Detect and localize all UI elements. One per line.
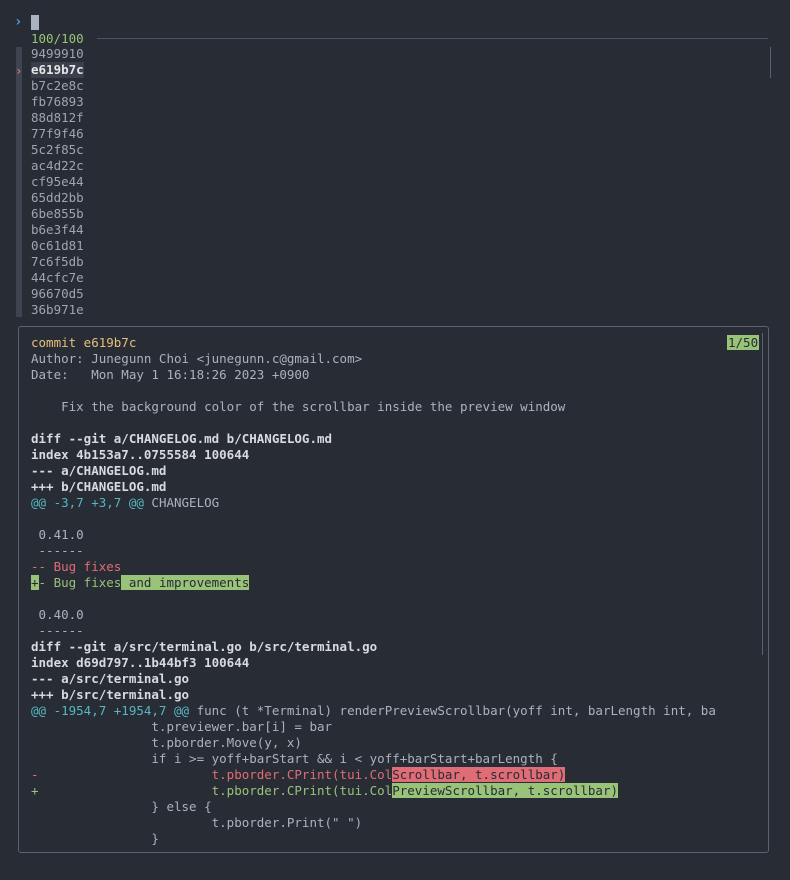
list-item[interactable]: 96670d5 [31,286,84,302]
list-item[interactable]: fb76893 [31,94,84,110]
context-line: 0.40.0 [31,607,84,622]
code-line: } else { [31,799,212,814]
diff-new-file: +++ b/src/terminal.go [31,687,190,702]
commit-message: Fix the background color of the scrollba… [31,399,566,414]
preview-position-badge: 1/50 [727,335,760,350]
list-item[interactable]: b7c2e8c [31,78,84,94]
hunk-range: @@ -1954,7 +1954,7 @@ [31,703,190,718]
list-item[interactable]: b6e3f44 [31,222,84,238]
list-item[interactable]: 7c6f5db [31,254,84,270]
list-item[interactable]: 77f9f46 [31,126,84,142]
code-line: } [31,831,159,846]
author-line: Author: Junegunn Choi <junegunn.c@gmail.… [31,351,363,366]
hunk-context: func (t *Terminal) renderPreviewScrollba… [189,703,716,718]
selection-pointer-icon: › [15,63,23,78]
code-line: if i >= yoff+barStart && i < yoff+barSta… [31,751,558,766]
hunk-header: @@ -3,7 +3,7 @@ CHANGELOG [31,495,219,511]
date-line: Date: Mon May 1 16:18:26 2023 +0900 [31,367,310,382]
list-item[interactable]: 0c61d81 [31,238,84,254]
list-item[interactable]: 44cfc7e [31,270,84,286]
list-gutter [16,47,22,317]
added-text: - Bug fixes [38,575,122,590]
list-item[interactable]: 6be855b [31,206,84,222]
list-scrollbar[interactable] [770,47,771,78]
hunk-range: @@ -3,7 +3,7 @@ [31,495,144,510]
diff-index: index d69d797..1b44bf3 100644 [31,655,250,670]
added-line: + t.pborder.CPrint(tui.ColPreviewScrollb… [31,783,619,799]
prompt-icon: › [14,14,23,30]
code-line: t.pborder.Move(y, x) [31,735,302,750]
deleted-line: - t.pborder.CPrint(tui.ColScrollbar, t.s… [31,767,566,783]
query-input[interactable] [31,15,39,30]
context-line: ------ [31,543,84,558]
code-line: t.previewer.bar[i] = bar [31,719,333,734]
diff-old-file: --- a/src/terminal.go [31,671,190,686]
separator-line [97,38,768,39]
added-highlight: and improvements [121,575,250,590]
match-count: 100/100 [31,31,84,46]
added-text: + t.pborder.CPrint(tui.Col [31,783,393,798]
context-line: 0.41.0 [31,527,84,542]
hunk-header: @@ -1954,7 +1954,7 @@ func (t *Terminal)… [31,703,716,719]
list-item[interactable]: 65dd2bb [31,190,84,206]
list-item[interactable]: ac4d22c [31,158,84,174]
diff-index: index 4b153a7..0755584 100644 [31,447,250,462]
hunk-context: CHANGELOG [143,495,220,510]
code-line: t.pborder.Print(" ") [31,815,363,830]
added-marker: + [31,575,39,590]
deleted-text: - t.pborder.CPrint(tui.Col [31,767,393,782]
added-highlight: PreviewScrollbar, t.scrollbar) [392,783,619,798]
list-item[interactable]: 9499910 [31,46,84,62]
commit-line: commit e619b7c [31,335,137,350]
preview-scrollbar[interactable] [762,333,763,655]
context-line: ------ [31,623,84,638]
deleted-line: -- Bug fixes [31,559,122,574]
diff-header: diff --git a/CHANGELOG.md b/CHANGELOG.md [31,431,333,446]
diff-old-file: --- a/CHANGELOG.md [31,463,167,478]
list-item[interactable]: 36b971e [31,302,84,318]
list-item[interactable]: 88d812f [31,110,84,126]
list-item[interactable]: 5c2f85c [31,142,84,158]
list-item-selected[interactable]: e619b7c [31,62,84,78]
diff-header: diff --git a/src/terminal.go b/src/termi… [31,639,378,654]
diff-new-file: +++ b/CHANGELOG.md [31,479,167,494]
deleted-highlight: Scrollbar, t.scrollbar) [392,767,566,782]
list-item[interactable]: cf95e44 [31,174,84,190]
added-line: +- Bug fixes and improvements [31,575,250,591]
